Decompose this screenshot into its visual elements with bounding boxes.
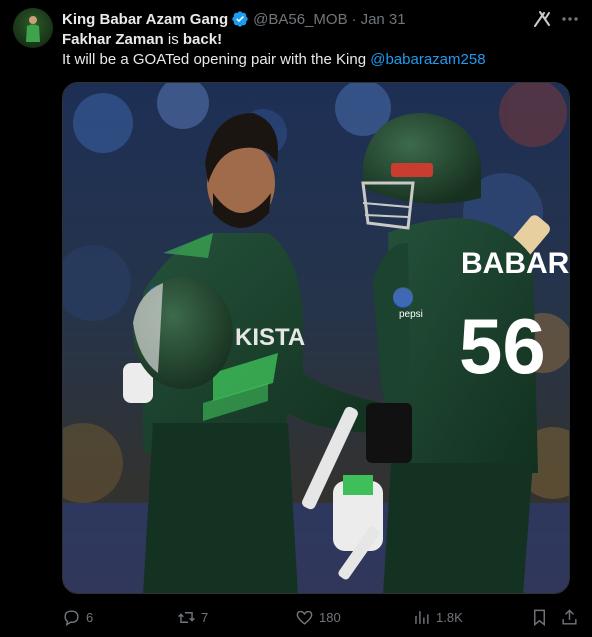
like-button[interactable]: 180 (295, 607, 341, 627)
author-avatar[interactable] (13, 8, 53, 48)
share-button[interactable] (560, 607, 584, 627)
photo-logo-text: pepsi (399, 309, 423, 320)
avatar-figure-icon (26, 16, 40, 42)
heart-icon (296, 610, 313, 625)
like-count: 180 (319, 609, 341, 625)
author-name[interactable]: King Babar Azam Gang (62, 11, 228, 28)
bookmark-icon (534, 609, 545, 626)
tweet-card[interactable]: King Babar Azam Gang @BA56_MOB · Jan 31 … (0, 0, 592, 637)
views-count: 1.8K (436, 609, 463, 625)
tweet-date[interactable]: Jan 31 (361, 11, 406, 28)
repost-button[interactable]: 7 (177, 607, 208, 627)
action-bar: 6 7 180 1.8K (0, 603, 592, 629)
separator-dot: · (351, 10, 357, 28)
tweet-text-bold-back: back! (182, 31, 223, 48)
reply-icon (64, 609, 79, 626)
tweet-text-body: It will be a GOATed opening pair with th… (62, 51, 371, 68)
tweet-text-line-2: It will be a GOATed opening pair with th… (62, 51, 486, 68)
photo-chest-text: KISTA (235, 324, 305, 351)
tweet-header: King Babar Azam Gang @BA56_MOB · Jan 31 (62, 9, 406, 29)
tweet-text-bold-name: Fakhar Zaman (62, 31, 164, 48)
tweet-photo[interactable]: KISTA BABAR 56 pepsi (62, 82, 570, 594)
reply-count: 6 (86, 609, 94, 625)
more-options-icon[interactable] (560, 9, 580, 29)
cricket-photo: KISTA BABAR 56 pepsi (63, 83, 570, 593)
author-handle[interactable]: @BA56_MOB (253, 11, 347, 28)
reply-button[interactable]: 6 (62, 607, 93, 627)
photo-jersey-number: 56 (459, 302, 546, 390)
photo-jersey-name: BABAR (461, 247, 570, 280)
tweet-text-line-1: Fakhar Zaman is back! (62, 31, 222, 48)
tweet-text-mid: is (163, 31, 183, 48)
verified-badge-icon[interactable] (231, 10, 249, 28)
repost-count: 7 (201, 609, 209, 625)
repost-icon (178, 611, 195, 623)
views-chart-icon (415, 610, 429, 624)
views-button[interactable]: 1.8K (412, 607, 463, 627)
bookmark-button[interactable] (530, 607, 554, 627)
share-icon (562, 608, 577, 625)
mention-link[interactable]: @babarazam258 (370, 51, 485, 68)
grok-icon[interactable] (532, 9, 552, 29)
